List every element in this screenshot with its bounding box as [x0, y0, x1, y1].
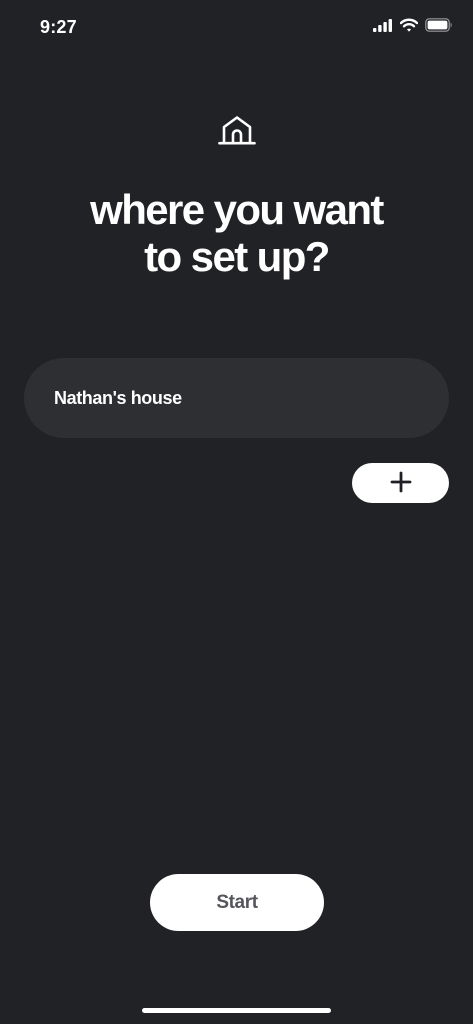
- home-indicator: [142, 1008, 331, 1013]
- home-icon: [218, 113, 256, 147]
- start-button[interactable]: Start: [150, 874, 324, 931]
- status-icons: [373, 18, 453, 32]
- cellular-signal-icon: [373, 18, 393, 32]
- battery-icon: [425, 18, 453, 32]
- page-title-line-2: to set up?: [144, 233, 330, 280]
- add-location-button[interactable]: [352, 463, 449, 503]
- location-label: Nathan's house: [54, 387, 182, 408]
- wifi-icon: [400, 18, 418, 32]
- location-item-nathans-house[interactable]: Nathan's house: [24, 358, 449, 438]
- page-title-line-1: where you want: [90, 186, 384, 233]
- page-title: where you want to set up?: [20, 186, 453, 280]
- status-bar: 9:27: [0, 0, 473, 56]
- plus-icon: [390, 471, 412, 496]
- status-time: 9:27: [40, 17, 77, 37]
